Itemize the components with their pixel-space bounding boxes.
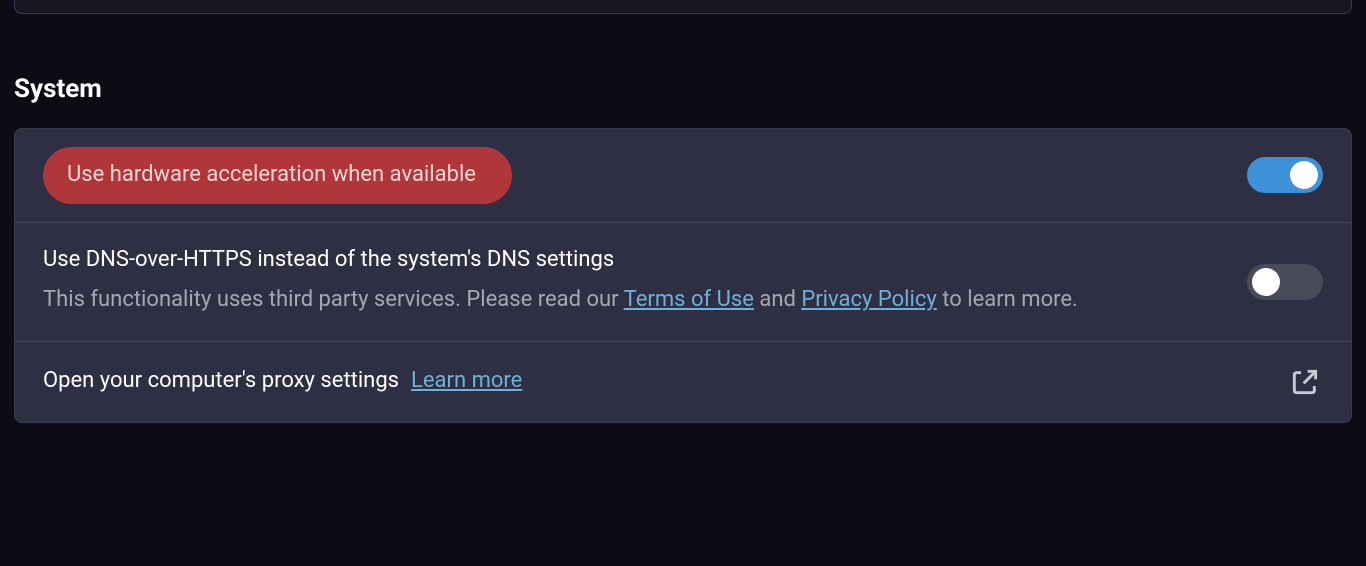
setting-row-proxy[interactable]: Open your computer's proxy settings Lear… <box>15 342 1351 422</box>
desc-text: This functionality uses third party serv… <box>43 287 624 312</box>
privacy-policy-link[interactable]: Privacy Policy <box>801 287 936 312</box>
section-title: System <box>14 74 1366 104</box>
dns-over-https-title: Use DNS-over-HTTPS instead of the system… <box>43 245 1247 276</box>
system-settings-panel: Use hardware acceleration when available… <box>14 128 1352 423</box>
setting-row-dns-over-https: Use DNS-over-HTTPS instead of the system… <box>15 223 1351 342</box>
desc-text: and <box>759 287 801 312</box>
terms-of-use-link[interactable]: Terms of Use <box>624 287 754 312</box>
desc-text: to learn more. <box>942 287 1078 312</box>
setting-row-hardware-acceleration: Use hardware acceleration when available <box>15 129 1351 223</box>
toggle-knob <box>1290 161 1318 189</box>
proxy-learn-more-link[interactable]: Learn more <box>411 368 522 393</box>
proxy-settings-title: Open your computer's proxy settings <box>43 366 399 397</box>
dns-over-https-description: This functionality uses third party serv… <box>43 281 1093 318</box>
toggle-knob <box>1252 268 1280 296</box>
open-external-icon[interactable] <box>1287 364 1323 400</box>
hardware-acceleration-label: Use hardware acceleration when available <box>43 147 512 204</box>
dns-over-https-toggle[interactable] <box>1247 264 1323 300</box>
previous-panel-edge <box>14 0 1352 14</box>
hardware-acceleration-toggle[interactable] <box>1247 157 1323 193</box>
